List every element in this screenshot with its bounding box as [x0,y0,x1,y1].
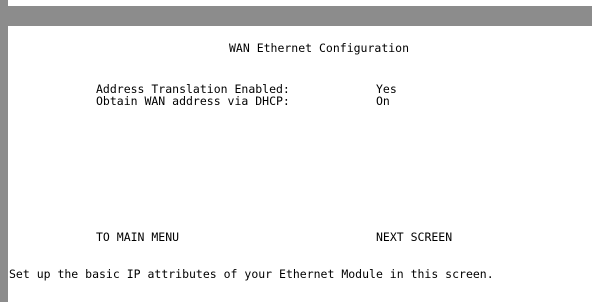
config-panel [8,26,592,302]
top-strip [8,0,592,6]
to-main-menu-link[interactable]: TO MAIN MENU [96,231,179,243]
wan-dhcp-label: Obtain WAN address via DHCP: [96,94,290,108]
wan-dhcp-value[interactable]: On [376,95,390,107]
next-screen-link[interactable]: NEXT SCREEN [376,231,452,243]
screen-title: WAN Ethernet Configuration [229,41,410,55]
help-text: Set up the basic IP attributes of your E… [9,267,494,281]
